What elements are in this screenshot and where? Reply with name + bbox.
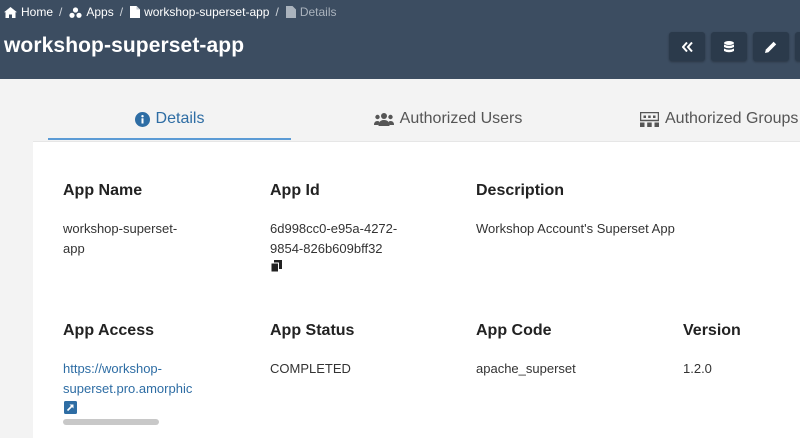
info-icon [134,111,150,127]
breadcrumb-apps[interactable]: Apps [69,5,114,19]
edit-button[interactable] [753,32,789,61]
description-label: Description [476,182,565,199]
database-button[interactable] [711,32,747,61]
version-label: Version [683,322,741,339]
tab-details[interactable]: Details [48,97,291,141]
description-value: Workshop Account's Superset App [476,221,675,236]
tab-authorized-users[interactable]: Authorized Users [338,97,558,141]
breadcrumb: Home / Apps / workshop-superset-app / De… [4,4,337,20]
app-name-label: App Name [63,182,143,199]
app-name-value: workshop-superset- app [63,219,177,259]
home-icon [4,6,17,18]
active-tab-indicator [48,138,291,140]
tab-authorized-users-label: Authorized Users [399,110,523,127]
app-code-label: App Code [476,322,552,339]
breadcrumb-home[interactable]: Home [4,5,53,19]
app-id-line: 6d998cc0-e95a-4272- [270,221,398,236]
app-access-line: superset.pro.amorphic [63,381,193,396]
file-icon [130,6,141,18]
double-chevron-left-icon [681,41,693,52]
app-status-label: App Status [270,322,355,339]
database-icon [724,40,734,52]
copy-icon[interactable] [271,260,282,272]
tab-authorized-groups-label: Authorized Groups [665,110,799,127]
tab-authorized-groups[interactable]: Authorized Groups [640,97,800,141]
external-link-icon[interactable] [64,401,77,414]
breadcrumb-separator: / [59,5,63,19]
horizontal-scrollbar[interactable] [63,419,159,425]
breadcrumb-home-label: Home [21,5,54,19]
apps-icon [69,6,82,18]
users-icon [373,113,394,126]
app-id-value: 6d998cc0-e95a-4272- 9854-826b609bff32 [270,219,397,259]
app-status-value: COMPLETED [270,361,351,376]
breadcrumb-apps-label: Apps [86,5,114,19]
pencil-icon [765,41,777,53]
tab-details-label: Details [155,110,205,127]
app-access-line: https://workshop- [63,361,162,376]
breadcrumb-app[interactable]: workshop-superset-app [130,5,269,19]
page-header: Home / Apps / workshop-superset-app / De… [0,0,800,79]
groups-icon [640,111,659,127]
tab-bar: Details Authorized Users Authorized Grou… [48,97,800,141]
breadcrumb-app-label: workshop-superset-app [144,5,270,19]
breadcrumb-current-label: Details [299,5,337,19]
app-name-line: workshop-superset- [63,221,178,236]
breadcrumb-separator: / [275,5,279,19]
app-access-label: App Access [63,322,154,339]
file-icon [285,6,296,18]
app-id-label: App Id [270,182,320,199]
version-value: 1.2.0 [683,361,712,376]
back-button[interactable] [669,32,705,61]
app-id-line: 9854-826b609bff32 [270,241,383,256]
app-access-link[interactable]: https://workshop- superset.pro.amorphic [63,359,204,399]
breadcrumb-current: Details [285,5,337,19]
app-code-value: apache_superset [476,361,576,376]
app-name-line: app [63,241,85,256]
breadcrumb-separator: / [119,5,124,19]
more-button[interactable] [795,32,800,61]
page-title: workshop-superset-app [4,34,245,57]
